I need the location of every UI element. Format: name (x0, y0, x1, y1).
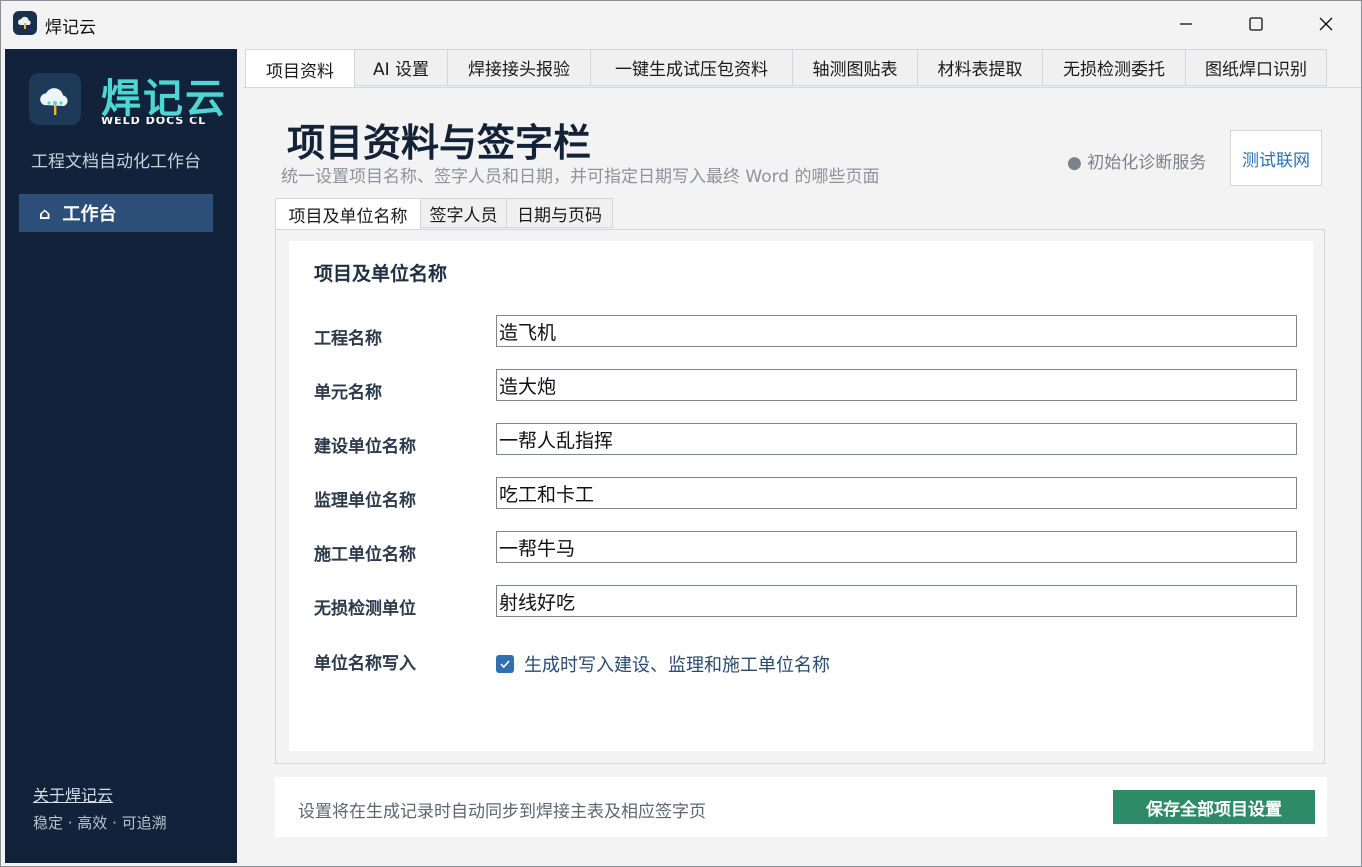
write-unit-names-checkbox[interactable]: 生成时写入建设、监理和施工单位名称 (496, 651, 830, 677)
tab-drawing-weld-recognition[interactable]: 图纸焊口识别 (1186, 49, 1327, 86)
app-window: 焊记云 焊记云 WELD DOCS CL 工程文档自动化工作台 ⌂ 工作台 关于… (0, 0, 1362, 867)
unit-name-input[interactable] (496, 369, 1297, 401)
field-label-project-name: 工程名称 (314, 329, 382, 349)
window-title: 焊记云 (45, 18, 96, 38)
sub-tabs: 项目及单位名称 签字人员 日期与页码 (275, 198, 613, 230)
ndt-unit-input[interactable] (496, 585, 1297, 617)
project-name-input[interactable] (496, 315, 1297, 347)
minimize-button[interactable] (1151, 1, 1221, 47)
checkbox-check-icon[interactable] (496, 655, 514, 673)
test-network-button[interactable]: 测试联网 (1230, 130, 1322, 186)
sidebar-item-workbench[interactable]: ⌂ 工作台 (19, 194, 213, 232)
logo-subtitle: WELD DOCS CL (101, 117, 207, 127)
owner-name-input[interactable] (496, 423, 1297, 455)
tab-ndt-commission[interactable]: 无损检测委托 (1043, 49, 1186, 86)
sidebar-item-label: 工作台 (62, 204, 117, 225)
close-button[interactable] (1291, 1, 1361, 47)
tab-ai-settings[interactable]: AI 设置 (355, 49, 448, 86)
diagnostic-status: ● 初始化诊断服务 (1067, 153, 1207, 173)
home-icon: ⌂ (39, 203, 51, 223)
field-label-unit-name: 单元名称 (314, 383, 382, 403)
subtab-signers[interactable]: 签字人员 (421, 198, 507, 228)
settings-panel: 项目及单位名称 工程名称 单元名称 建设单位名称 监理单位名称 施工单位名称 无… (275, 229, 1325, 764)
supervisor-name-input[interactable] (496, 477, 1297, 509)
maximize-button[interactable] (1221, 1, 1291, 47)
tab-pressure-test-package[interactable]: 一键生成试压包资料 (591, 49, 793, 86)
footer-bar: 设置将在生成记录时自动同步到焊接主表及相应签字页 保存全部项目设置 (275, 777, 1327, 837)
tab-material-extraction[interactable]: 材料表提取 (918, 49, 1043, 86)
tab-weld-joint-inspection[interactable]: 焊接接头报验 (448, 49, 591, 86)
logo-title: 焊记云 (101, 76, 227, 122)
field-label-contractor: 施工单位名称 (314, 545, 416, 565)
logo-icon (29, 73, 81, 125)
title-bar: 焊记云 (1, 1, 1361, 47)
contractor-name-input[interactable] (496, 531, 1297, 563)
sidebar: 焊记云 WELD DOCS CL 工程文档自动化工作台 ⌂ 工作台 关于焊记云 … (5, 49, 237, 863)
tab-project-info[interactable]: 项目资料 (245, 49, 355, 88)
settings-card: 项目及单位名称 工程名称 单元名称 建设单位名称 监理单位名称 施工单位名称 无… (289, 241, 1313, 751)
page-subtitle: 统一设置项目名称、签字人员和日期，并可指定日期写入最终 Word 的哪些页面 (281, 167, 880, 187)
sidebar-tagline: 工程文档自动化工作台 (31, 152, 201, 172)
save-all-button[interactable]: 保存全部项目设置 (1113, 790, 1315, 824)
field-label-owner: 建设单位名称 (314, 437, 416, 457)
checkbox-label: 生成时写入建设、监理和施工单位名称 (524, 655, 830, 676)
section-title: 项目及单位名称 (314, 263, 448, 285)
field-label-supervisor: 监理单位名称 (314, 491, 416, 511)
app-icon (13, 11, 37, 35)
tab-isometric-table[interactable]: 轴测图贴表 (793, 49, 918, 86)
footer-hint: 设置将在生成记录时自动同步到焊接主表及相应签字页 (298, 802, 706, 822)
page-title: 项目资料与签字栏 (287, 121, 592, 165)
subtab-date-and-pages[interactable]: 日期与页码 (507, 198, 613, 228)
about-link[interactable]: 关于焊记云 (33, 782, 113, 806)
field-label-unit-write: 单位名称写入 (314, 654, 416, 674)
field-label-ndt-unit: 无损检测单位 (314, 599, 416, 619)
main-content: 项目资料与签字栏 统一设置项目名称、签字人员和日期，并可指定日期写入最终 Wor… (243, 87, 1361, 864)
sidebar-footer-text: 稳定 · 高效 · 可追溯 (33, 814, 167, 832)
main-tabs: 项目资料 AI 设置 焊接接头报验 一键生成试压包资料 轴测图贴表 材料表提取 … (245, 49, 1327, 88)
subtab-project-and-units[interactable]: 项目及单位名称 (275, 198, 421, 230)
